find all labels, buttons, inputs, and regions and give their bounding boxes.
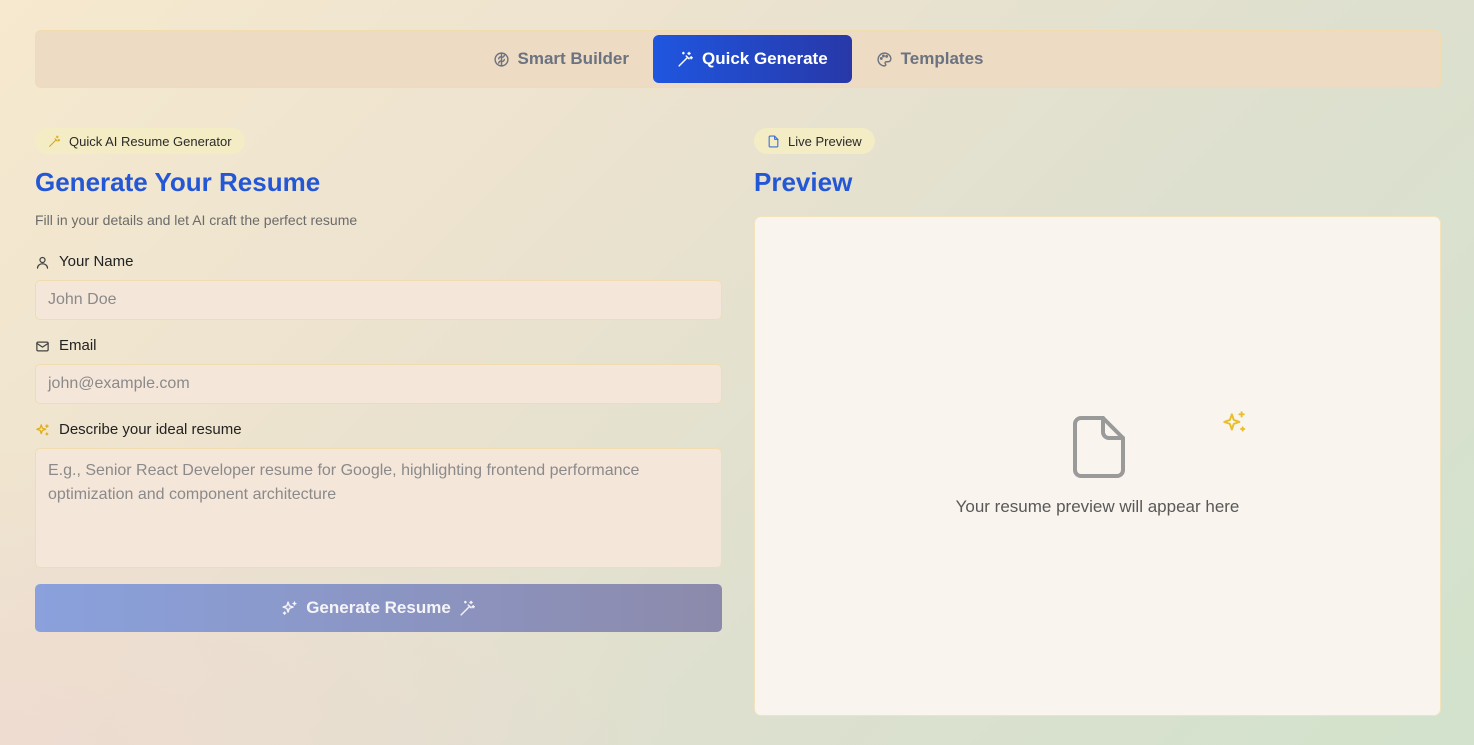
- generate-resume-button[interactable]: Generate Resume: [35, 584, 722, 632]
- mode-tab-bar: Smart Builder Quick Generate Templates: [35, 30, 1441, 88]
- name-placeholder: John Doe: [48, 291, 117, 308]
- generate-button-label: Generate Resume: [306, 598, 451, 617]
- page-subtitle: Fill in your details and let AI craft th…: [35, 212, 358, 228]
- sparkles-icon: [281, 600, 298, 617]
- describe-label: Describe your ideal resume: [35, 421, 722, 439]
- palette-icon: [876, 51, 893, 68]
- name-label-text: Your Name: [59, 253, 134, 270]
- tab-label: Smart Builder: [517, 49, 629, 68]
- email-label-text: Email: [59, 337, 97, 354]
- name-label: Your Name: [35, 253, 722, 271]
- generator-badge: Quick AI Resume Generator: [35, 128, 245, 154]
- preview-title: Preview: [754, 167, 853, 197]
- email-input[interactable]: john@example.com: [35, 364, 722, 404]
- empty-preview-message: Your resume preview will appear here: [955, 497, 1240, 516]
- brain-icon: [493, 51, 510, 68]
- tab-label: Quick Generate: [701, 49, 828, 68]
- tab-smart-builder[interactable]: Smart Builder: [469, 35, 653, 83]
- badge-label: Quick AI Resume Generator: [69, 133, 232, 149]
- badge-label: Live Preview: [788, 133, 862, 149]
- user-icon: [35, 255, 50, 270]
- describe-label-text: Describe your ideal resume: [59, 421, 242, 438]
- preview-panel: Live Preview Preview Your resume preview…: [754, 128, 1441, 716]
- page-title: Generate Your Resume: [35, 167, 321, 197]
- tab-templates[interactable]: Templates: [852, 35, 1008, 83]
- magic-wand-icon: [677, 51, 694, 68]
- file-icon: [767, 135, 780, 148]
- describe-textarea[interactable]: E.g., Senior React Developer resume for …: [35, 448, 722, 568]
- sparkles-icon: [1221, 410, 1247, 436]
- sparkles-icon: [35, 423, 50, 438]
- document-icon: [1073, 416, 1125, 478]
- email-placeholder: john@example.com: [48, 375, 190, 392]
- tab-quick-generate[interactable]: Quick Generate: [652, 35, 852, 83]
- magic-wand-icon: [459, 600, 476, 617]
- describe-placeholder: E.g., Senior React Developer resume for …: [48, 462, 640, 503]
- tab-label: Templates: [900, 49, 984, 68]
- generator-panel: Quick AI Resume Generator Generate Your …: [35, 128, 722, 632]
- resume-preview-area: Your resume preview will appear here: [754, 216, 1441, 716]
- name-input[interactable]: John Doe: [35, 280, 722, 320]
- email-label: Email: [35, 337, 722, 355]
- magic-wand-icon: [48, 135, 61, 148]
- live-preview-badge: Live Preview: [754, 128, 875, 154]
- mail-icon: [35, 339, 50, 354]
